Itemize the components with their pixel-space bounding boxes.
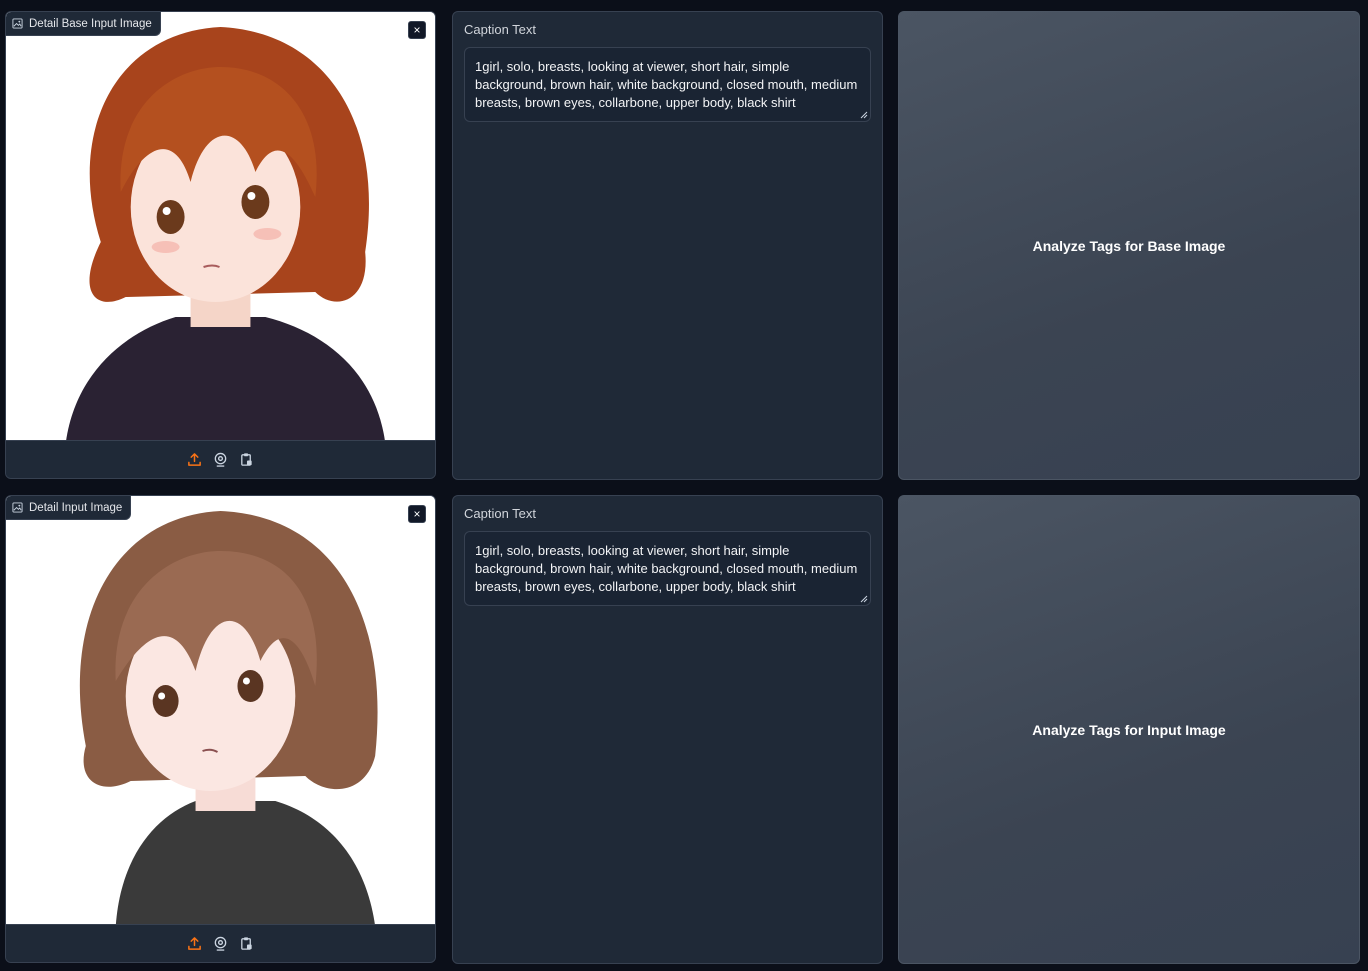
input-image-panel[interactable]: Detail Input Image × [5, 495, 436, 963]
close-icon[interactable]: × [408, 21, 426, 39]
caption-title: Caption Text [464, 22, 537, 37]
analyze-input-button-label: Analyze Tags for Input Image [1032, 721, 1226, 738]
resize-grip-icon[interactable] [860, 111, 868, 119]
analyze-base-button[interactable]: Analyze Tags for Base Image [898, 11, 1360, 480]
clipboard-icon[interactable] [239, 452, 255, 468]
caption-textarea[interactable]: 1girl, solo, breasts, looking at viewer,… [464, 47, 871, 122]
upload-icon[interactable] [187, 452, 203, 468]
base-caption-panel: Caption Text 1girl, solo, breasts, looki… [452, 11, 883, 480]
webcam-icon[interactable] [213, 452, 229, 468]
input-image-label: Detail Input Image [6, 496, 132, 520]
input-image-toolbar [6, 924, 435, 962]
base-image-label-text: Detail Base Input Image [29, 17, 152, 30]
analyze-base-button-label: Analyze Tags for Base Image [1032, 237, 1226, 254]
resize-grip-icon[interactable] [860, 595, 868, 603]
input-caption-panel: Caption Text 1girl, solo, breasts, looki… [452, 495, 883, 964]
base-image-toolbar [6, 440, 435, 478]
input-image-label-text: Detail Input Image [29, 501, 123, 514]
base-image-preview [6, 12, 435, 442]
close-icon[interactable]: × [408, 505, 426, 523]
caption-text-value: 1girl, solo, breasts, looking at viewer,… [475, 543, 858, 594]
image-icon [12, 18, 23, 29]
base-image-label: Detail Base Input Image [6, 12, 161, 36]
clipboard-icon[interactable] [239, 936, 255, 952]
base-image-panel[interactable]: Detail Base Input Image × [5, 11, 436, 479]
caption-textarea[interactable]: 1girl, solo, breasts, looking at viewer,… [464, 531, 871, 606]
analyze-input-button[interactable]: Analyze Tags for Input Image [898, 495, 1360, 964]
caption-text-value: 1girl, solo, breasts, looking at viewer,… [475, 59, 858, 110]
webcam-icon[interactable] [213, 936, 229, 952]
upload-icon[interactable] [187, 936, 203, 952]
image-icon [12, 502, 23, 513]
input-image-preview [6, 496, 435, 926]
caption-title: Caption Text [464, 506, 537, 521]
